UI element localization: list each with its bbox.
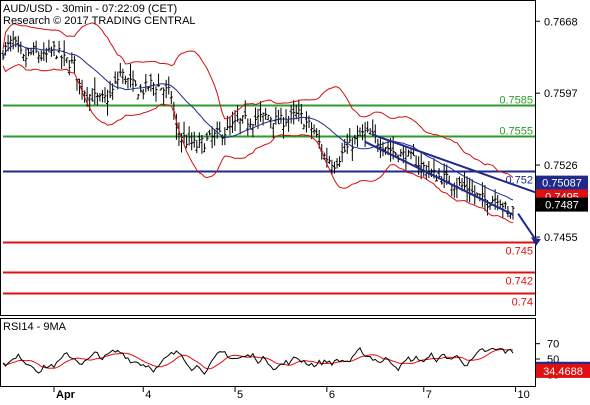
price-ytick-label: 0.7526 (544, 160, 578, 172)
price-ytick-label: 0.7597 (544, 88, 578, 100)
rsi-ma-line (2, 348, 514, 370)
xtick-label: 4 (145, 389, 151, 400)
level-label-pivot: 0.752 (505, 175, 533, 187)
level-label-support_2: 0.742 (505, 276, 533, 288)
rsi-line (2, 347, 514, 375)
channel-upper-line (372, 133, 539, 195)
rsi-ytick-label: 70 (547, 339, 559, 351)
level-label-resistance_2: 0.7585 (499, 95, 533, 107)
price-ytick-label: 0.7668 (544, 16, 578, 28)
level-label-support_1: 0.745 (505, 246, 533, 258)
bollinger-upper (2, 22, 514, 178)
price-tag-label: 0.75087 (542, 178, 582, 190)
price-ytick-label: 0.7455 (544, 232, 578, 244)
xtick-label: 7 (426, 389, 432, 400)
xtick-label: 5 (237, 389, 243, 400)
price-chart-svg: 0.76680.75970.75260.74550.75850.75550.75… (0, 0, 590, 401)
price-pane-frame (0, 0, 536, 316)
rsi-pane-frame (0, 318, 536, 387)
chart-stage: 0.7668 0.7597 0.7526 0.7455 0.7585 0.7555 0.75… (0, 0, 590, 401)
forecast-arrow (517, 213, 537, 241)
rsi-title: RSI14 - 9MA (3, 321, 66, 333)
level-label-resistance_1: 0.7555 (499, 126, 533, 138)
xtick-label: Apr (56, 389, 76, 400)
channel-lower-line (364, 140, 514, 216)
level-label-support_3: 0.74 (512, 297, 533, 309)
xtick-label: 10 (518, 389, 530, 400)
xtick-label: 6 (329, 389, 335, 400)
copyright-text: Research © 2017 TRADING CENTRAL (3, 15, 196, 27)
price-tag-label: 0.7487 (545, 200, 579, 212)
rsi-tag-label: 34.4688 (543, 366, 583, 378)
